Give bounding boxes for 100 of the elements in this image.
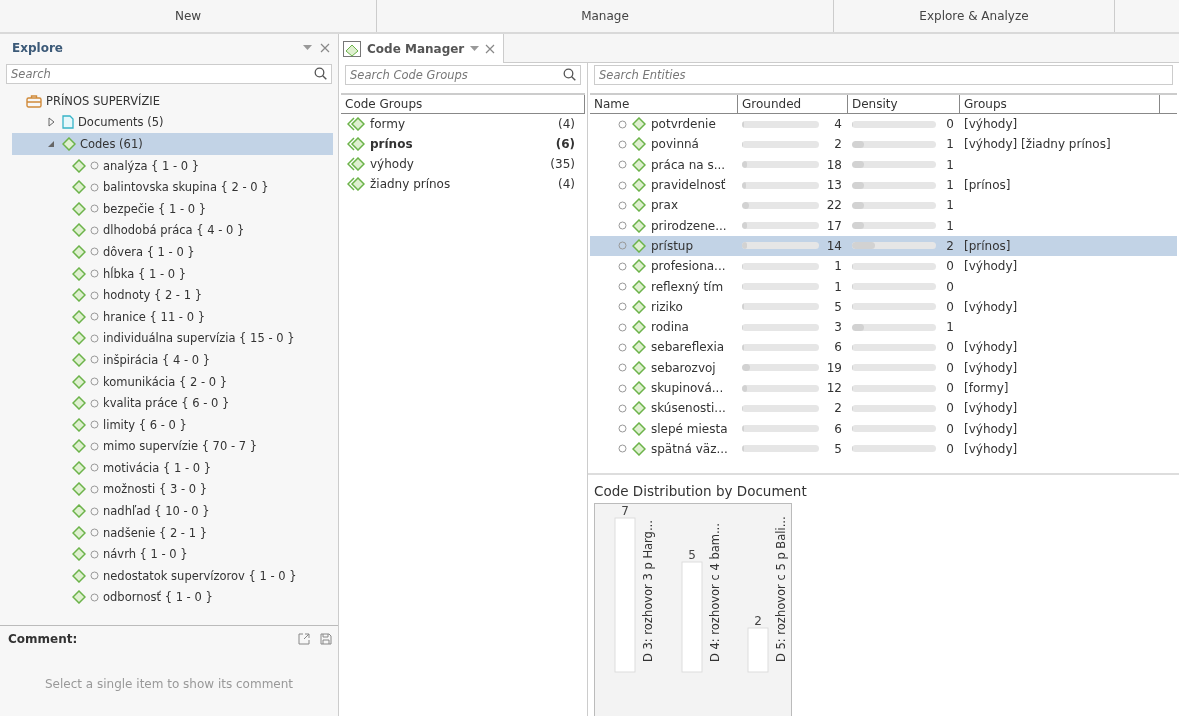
circle-icon <box>618 322 627 332</box>
diamond-icon <box>632 157 646 172</box>
tree-item[interactable]: motivácia { 1 - 0 } <box>12 457 333 479</box>
tree-item[interactable]: mimo supervízie { 70 - 7 } <box>12 435 333 458</box>
tree-item[interactable]: možnosti { 3 - 0 } <box>12 478 333 501</box>
tree-item[interactable]: nadhľad { 10 - 0 } <box>12 500 333 522</box>
grounded-count: 13 <box>825 178 842 193</box>
tree-item[interactable]: Documents (5) <box>12 111 333 134</box>
column-header[interactable]: Code Groups <box>341 95 585 113</box>
diamond-icon <box>632 218 646 233</box>
entity-row[interactable]: prirodzene... 17 1 <box>590 215 1177 236</box>
ribbon-tab[interactable]: Manage <box>377 0 834 32</box>
diamond-icon <box>632 137 646 152</box>
entity-row[interactable]: pravidelnosť 13 1 [prínos] <box>590 174 1177 196</box>
tree-item[interactable]: komunikácia { 2 - 0 } <box>12 370 333 393</box>
code-group-item[interactable]: žiadny prínos (4) <box>339 174 587 194</box>
entity-row[interactable]: skúsenosti... 2 0 [výhody] <box>590 398 1177 419</box>
tree-item[interactable]: Codes (61) <box>12 133 333 155</box>
search-field[interactable]: Search Entities <box>594 65 1173 85</box>
tree-item[interactable]: nedostatok supervízorov { 1 - 0 } <box>12 565 333 587</box>
entity-row[interactable]: spätná väz... 5 0 [výhody] <box>590 438 1177 460</box>
search-icon[interactable] <box>314 67 327 80</box>
column-header[interactable]: Grounded <box>738 95 848 113</box>
density-count: 1 <box>945 137 954 152</box>
circle-icon <box>90 506 99 516</box>
circle-icon <box>618 221 627 231</box>
close-icon[interactable] <box>485 43 496 54</box>
entity-row[interactable]: riziko 5 0 [výhody] <box>590 296 1177 317</box>
diamond-icon <box>72 201 86 216</box>
density-count: 0 <box>945 259 954 274</box>
entity-row[interactable]: potvrdenie 4 0 [výhody] <box>590 114 1177 135</box>
entity-row[interactable]: reflexný tím 1 0 <box>590 276 1177 297</box>
tree-item[interactable]: nadšenie { 2 - 1 } <box>12 521 333 544</box>
circle-icon <box>90 225 99 235</box>
ribbon-tab[interactable]: New <box>0 0 377 32</box>
external-link-icon[interactable] <box>298 633 310 645</box>
circle-icon <box>618 403 627 413</box>
tree-item[interactable]: dôvera { 1 - 0 } <box>12 241 333 263</box>
tree-item[interactable]: odbornosť { 1 - 0 } <box>12 586 333 609</box>
search-field[interactable]: Search <box>6 64 332 84</box>
grounded-count: 17 <box>825 218 842 233</box>
column-header[interactable]: Name <box>590 95 738 113</box>
circle-icon <box>618 261 627 271</box>
tree-item[interactable]: individuálna supervízia { 15 - 0 } <box>12 327 333 350</box>
grounded-count: 1 <box>833 259 842 274</box>
tree-item[interactable]: kvalita práce { 6 - 0 } <box>12 392 333 414</box>
code-name: práca na s... <box>651 157 726 172</box>
diamond-icon <box>72 460 86 475</box>
code-name: prirodzene... <box>651 218 727 233</box>
save-icon[interactable] <box>320 633 332 645</box>
entity-row[interactable]: slepé miesta 6 0 [výhody] <box>590 418 1177 439</box>
entity-row[interactable]: sebarozvoj 19 0 [výhody] <box>590 357 1177 378</box>
search-icon[interactable] <box>563 68 576 81</box>
entity-row[interactable]: prístup 14 2 [prínos] <box>590 235 1177 257</box>
expanded-triangle-icon[interactable] <box>47 140 55 148</box>
tree-item[interactable]: analýza { 1 - 0 } <box>12 154 333 177</box>
diamond-icon <box>72 223 86 238</box>
entity-row[interactable]: rodina 3 1 <box>590 316 1177 338</box>
tree-item[interactable]: hranice { 11 - 0 } <box>12 305 333 328</box>
entity-row[interactable]: práca na s... 18 1 <box>590 154 1177 175</box>
tree-item[interactable]: balintovska skupina { 2 - 0 } <box>12 176 333 198</box>
entity-row[interactable]: skupinová... 12 0 [formy] <box>590 377 1177 399</box>
entity-row[interactable]: prax 22 1 <box>590 195 1177 216</box>
code-group-item[interactable]: formy (4) <box>339 114 587 134</box>
entity-row[interactable]: povinná 2 1 [výhody] [žiadny prínos] <box>590 134 1177 155</box>
tree-item[interactable]: inšpirácia { 4 - 0 } <box>12 349 333 371</box>
entity-row[interactable]: profesiona... 1 0 [výhody] <box>590 256 1177 277</box>
diamond-icon <box>632 178 646 193</box>
caret-icon[interactable] <box>470 45 480 52</box>
diamond-icon <box>72 288 86 303</box>
code-manager-tab[interactable]: Code Manager <box>339 34 505 63</box>
collapsed-triangle-icon[interactable] <box>47 117 55 128</box>
data-label: 7 <box>621 504 629 519</box>
entity-row[interactable]: sebareflexia 6 0 [výhody] <box>590 337 1177 358</box>
circle-icon <box>90 355 99 365</box>
grounded-count: 18 <box>825 157 842 172</box>
groups-text: [výhody] <box>963 421 1018 436</box>
code-group-item[interactable]: prínos (6) <box>339 134 587 154</box>
code-name: sebareflexia <box>651 340 725 355</box>
tree-item[interactable]: návrh { 1 - 0 } <box>12 543 333 566</box>
tree-item[interactable]: dlhodobá práca { 4 - 0 } <box>12 219 333 242</box>
tree-item[interactable]: hodnoty { 2 - 1 } <box>12 284 333 306</box>
circle-icon <box>90 485 99 494</box>
tree-item[interactable]: limity { 6 - 0 } <box>12 413 333 436</box>
close-icon[interactable] <box>320 43 330 53</box>
tree-item[interactable]: PRÍNOS SUPERVÍZIE <box>12 90 333 112</box>
tree-item[interactable]: hĺbka { 1 - 0 } <box>12 262 333 285</box>
column-header[interactable]: Density <box>848 95 960 113</box>
ribbon-tab[interactable]: Explore & Analyze <box>834 0 1115 32</box>
grounded-count: 6 <box>833 421 842 436</box>
code-group-item[interactable]: výhody (35) <box>339 154 587 174</box>
grounded-count: 5 <box>833 441 842 456</box>
groups-text: [výhody] <box>963 117 1018 132</box>
circle-icon <box>90 161 99 171</box>
column-header[interactable]: Groups <box>960 95 1160 113</box>
circle-icon <box>90 290 99 300</box>
caret-icon[interactable] <box>303 45 312 51</box>
search-field[interactable]: Search Code Groups <box>345 65 581 85</box>
tree-item[interactable]: bezpečie { 1 - 0 } <box>12 197 333 220</box>
code-name: povinná <box>651 137 699 152</box>
